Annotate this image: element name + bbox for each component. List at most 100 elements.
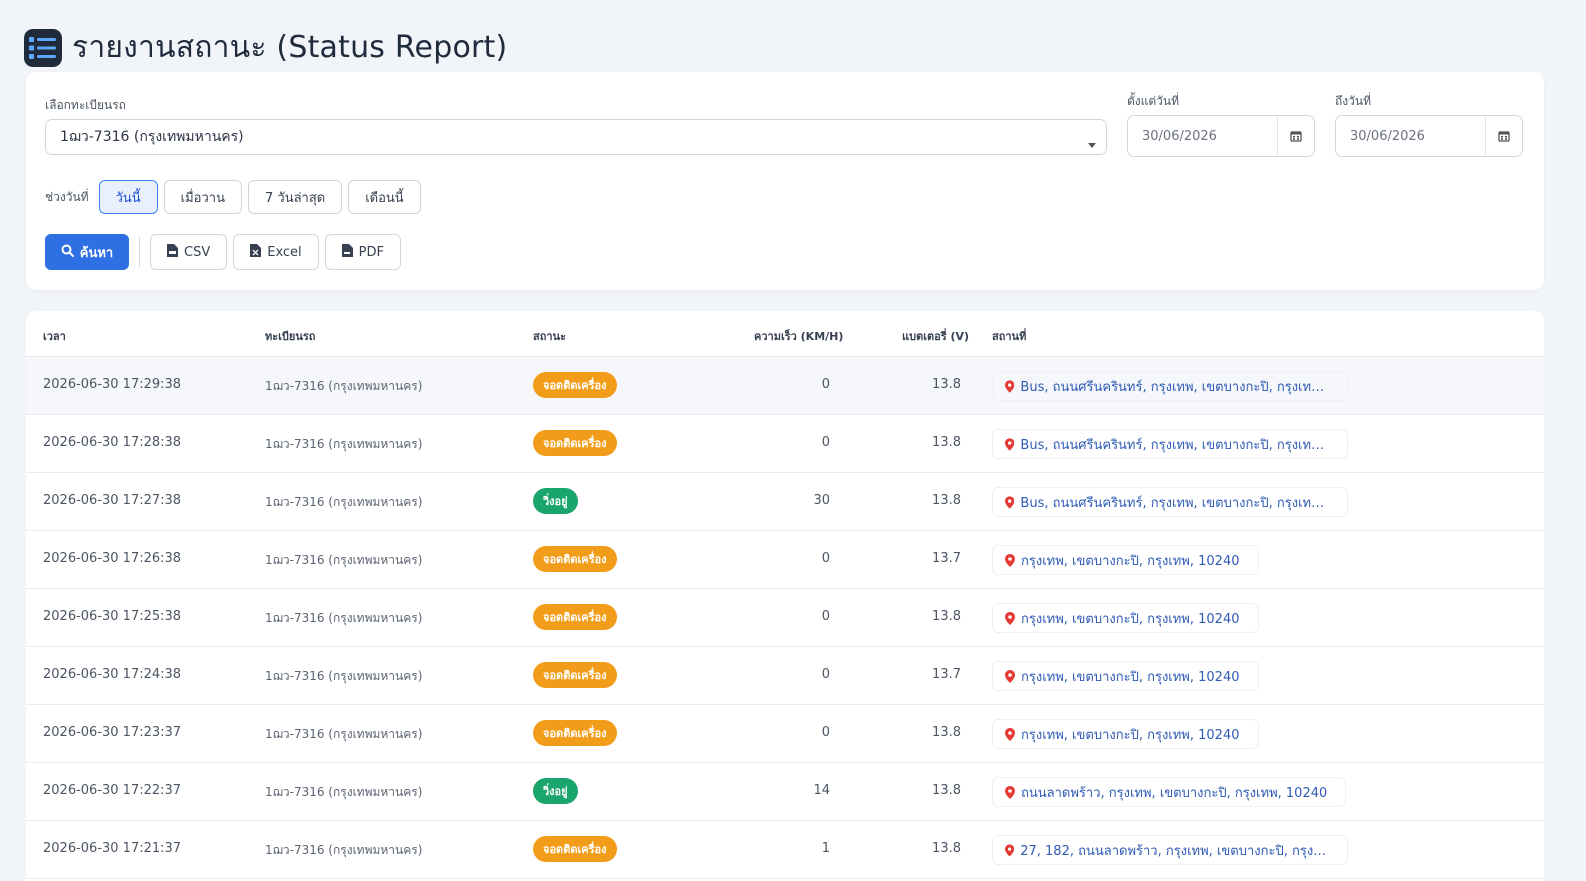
export-csv-button[interactable]: CSV — [150, 234, 228, 270]
row-battery: 13.8 — [932, 435, 961, 450]
location-link[interactable]: 27, 182, ถนนลาดพร้าว, กรุงเทพ, เขตบางกะป… — [992, 835, 1348, 865]
status-badge: จอดติดเครื่อง — [533, 662, 617, 688]
vehicle-select[interactable]: 1ฌว-7316 (กรุงเทพมหานคร) — [45, 119, 1107, 155]
search-button-label: ค้นหา — [79, 245, 114, 261]
page-title: รายงานสถานะ (Status Report) — [72, 30, 508, 65]
table-row[interactable]: 2026-06-30 17:29:38 1ฌว-7316 (กรุงเทพมหาน… — [26, 357, 1544, 415]
table-row[interactable]: 2026-06-30 17:27:38 1ฌว-7316 (กรุงเทพมหาน… — [26, 473, 1544, 531]
location-text: Bus, ถนนศรีนครินทร์, กรุงเทพ, เขตบางกะปิ… — [1020, 379, 1329, 395]
row-speed: 0 — [821, 725, 830, 740]
export-csv-label: CSV — [184, 244, 211, 260]
status-table: เวลา ทะเบียนรถ สถานะ ความเร็ว (KM/H) แบต… — [26, 311, 1544, 881]
calendar-icon[interactable] — [1277, 116, 1314, 156]
location-text: กรุงเทพ, เขตบางกะปิ, กรุงเทพ, 10240 — [1021, 669, 1240, 685]
filter-card: เลือกทะเบียนรถ 1ฌว-7316 (กรุงเทพมหานคร) … — [26, 72, 1544, 290]
row-speed: 0 — [821, 667, 830, 682]
table-row[interactable]: 2026-06-30 17:21:37 1ฌว-7316 (กรุงเทพมหาน… — [26, 821, 1544, 879]
row-battery: 13.8 — [932, 493, 961, 508]
row-time: 2026-06-30 17:23:37 — [43, 725, 182, 740]
row-time: 2026-06-30 17:29:38 — [43, 377, 182, 392]
row-plate: 1ฌว-7316 (กรุงเทพมหานคร) — [265, 727, 423, 741]
location-link[interactable]: Bus, ถนนศรีนครินทร์, กรุงเทพ, เขตบางกะปิ… — [992, 487, 1348, 517]
location-link[interactable]: กรุงเทพ, เขตบางกะปิ, กรุงเทพ, 10240 — [992, 545, 1259, 575]
row-time: 2026-06-30 17:27:38 — [43, 493, 182, 508]
row-time: 2026-06-30 17:25:38 — [43, 609, 182, 624]
page-header: รายงานสถานะ (Status Report) — [24, 24, 507, 71]
location-text: กรุงเทพ, เขตบางกะปิ, กรุงเทพ, 10240 — [1021, 553, 1240, 569]
range-yesterday-button[interactable]: เมื่อวาน — [163, 180, 242, 214]
location-text: ถนนลาดพร้าว, กรุงเทพ, เขตบางกะปิ, กรุงเท… — [1021, 785, 1328, 801]
date-range-label: ช่วงวันที่ — [45, 189, 89, 204]
map-pin-icon — [1005, 727, 1015, 741]
row-time: 2026-06-30 17:26:38 — [43, 551, 182, 566]
status-badge: จอดติดเครื่อง — [533, 604, 617, 630]
location-link[interactable]: กรุงเทพ, เขตบางกะปิ, กรุงเทพ, 10240 — [992, 719, 1259, 749]
search-icon — [61, 244, 74, 261]
col-time[interactable]: เวลา — [43, 327, 66, 345]
col-location[interactable]: สถานที่ — [992, 327, 1026, 345]
status-badge: วิ่งอยู่ — [533, 488, 578, 514]
row-plate: 1ฌว-7316 (กรุงเทพมหานคร) — [265, 437, 423, 451]
to-date-label: ถึงวันที่ — [1335, 94, 1371, 108]
to-date-field[interactable]: 30/06/2026 — [1335, 115, 1523, 157]
row-time: 2026-06-30 17:21:37 — [43, 841, 182, 856]
col-speed[interactable]: ความเร็ว (KM/H) — [754, 327, 843, 345]
divider — [139, 237, 140, 267]
status-badge: จอดติดเครื่อง — [533, 372, 617, 398]
table-row[interactable]: 2026-06-30 17:23:37 1ฌว-7316 (กรุงเทพมหาน… — [26, 705, 1544, 763]
row-speed: 1 — [821, 841, 830, 856]
range-last7-button[interactable]: 7 วันล่าสุด — [247, 180, 343, 214]
row-battery: 13.7 — [932, 551, 961, 566]
row-battery: 13.8 — [932, 841, 961, 856]
table-row[interactable]: 2026-06-30 17:22:37 1ฌว-7316 (กรุงเทพมหาน… — [26, 763, 1544, 821]
location-text: Bus, ถนนศรีนครินทร์, กรุงเทพ, เขตบางกะปิ… — [1020, 437, 1329, 453]
location-link[interactable]: ถนนลาดพร้าว, กรุงเทพ, เขตบางกะปิ, กรุงเท… — [992, 777, 1347, 807]
excel-file-icon — [250, 243, 262, 261]
map-pin-icon — [1005, 611, 1015, 625]
col-status[interactable]: สถานะ — [533, 327, 566, 345]
row-battery: 13.7 — [932, 667, 961, 682]
status-badge: วิ่งอยู่ — [533, 778, 578, 804]
csv-file-icon — [167, 243, 178, 261]
export-excel-label: Excel — [267, 244, 302, 260]
from-date-value: 30/06/2026 — [1142, 128, 1217, 144]
row-speed: 14 — [813, 783, 830, 798]
location-text: กรุงเทพ, เขตบางกะปิ, กรุงเทพ, 10240 — [1021, 727, 1240, 743]
pdf-file-icon — [341, 243, 353, 261]
table-row[interactable]: 2026-06-30 17:28:38 1ฌว-7316 (กรุงเทพมหาน… — [26, 415, 1544, 473]
table-header: เวลา ทะเบียนรถ สถานะ ความเร็ว (KM/H) แบต… — [26, 311, 1544, 357]
date-range-row: ช่วงวันที่ วันนี้ เมื่อวาน 7 วันล่าสุด เ… — [45, 180, 421, 214]
row-speed: 30 — [813, 493, 830, 508]
export-excel-button[interactable]: Excel — [233, 234, 319, 270]
location-link[interactable]: กรุงเทพ, เขตบางกะปิ, กรุงเทพ, 10240 — [992, 661, 1259, 691]
col-plate[interactable]: ทะเบียนรถ — [265, 327, 315, 345]
row-time: 2026-06-30 17:24:38 — [43, 667, 182, 682]
location-link[interactable]: กรุงเทพ, เขตบางกะปิ, กรุงเทพ, 10240 — [992, 603, 1259, 633]
map-pin-icon — [1005, 437, 1015, 451]
from-date-label: ตั้งแต่วันที่ — [1127, 94, 1180, 108]
range-month-button[interactable]: เดือนนี้ — [348, 180, 421, 214]
row-battery: 13.8 — [932, 609, 961, 624]
status-badge: จอดติดเครื่อง — [533, 430, 617, 456]
table-row[interactable]: 2026-06-30 17:26:38 1ฌว-7316 (กรุงเทพมหาน… — [26, 531, 1544, 589]
export-pdf-button[interactable]: PDF — [324, 234, 401, 270]
table-row[interactable]: 2026-06-30 17:24:38 1ฌว-7316 (กรุงเทพมหาน… — [26, 647, 1544, 705]
calendar-icon[interactable] — [1485, 116, 1522, 156]
status-report-page: รายงานสถานะ (Status Report) เลือกทะเบียน… — [0, 0, 1586, 881]
vehicle-label: เลือกทะเบียนรถ — [45, 98, 126, 112]
row-battery: 13.8 — [932, 783, 961, 798]
range-today-button[interactable]: วันนี้ — [98, 180, 158, 214]
col-battery[interactable]: แบตเตอรี่ (V) — [902, 327, 969, 345]
table-row[interactable]: 2026-06-30 17:25:38 1ฌว-7316 (กรุงเทพมหาน… — [26, 589, 1544, 647]
row-plate: 1ฌว-7316 (กรุงเทพมหานคร) — [265, 669, 423, 683]
map-pin-icon — [1005, 495, 1015, 509]
search-button[interactable]: ค้นหา — [45, 234, 129, 270]
row-time: 2026-06-30 17:22:37 — [43, 783, 182, 798]
location-link[interactable]: Bus, ถนนศรีนครินทร์, กรุงเทพ, เขตบางกะปิ… — [992, 371, 1348, 401]
location-link[interactable]: Bus, ถนนศรีนครินทร์, กรุงเทพ, เขตบางกะปิ… — [992, 429, 1348, 459]
row-plate: 1ฌว-7316 (กรุงเทพมหานคร) — [265, 495, 423, 509]
status-badge: จอดติดเครื่อง — [533, 720, 617, 746]
row-speed: 0 — [821, 377, 830, 392]
from-date-field[interactable]: 30/06/2026 — [1127, 115, 1315, 157]
row-speed: 0 — [821, 435, 830, 450]
